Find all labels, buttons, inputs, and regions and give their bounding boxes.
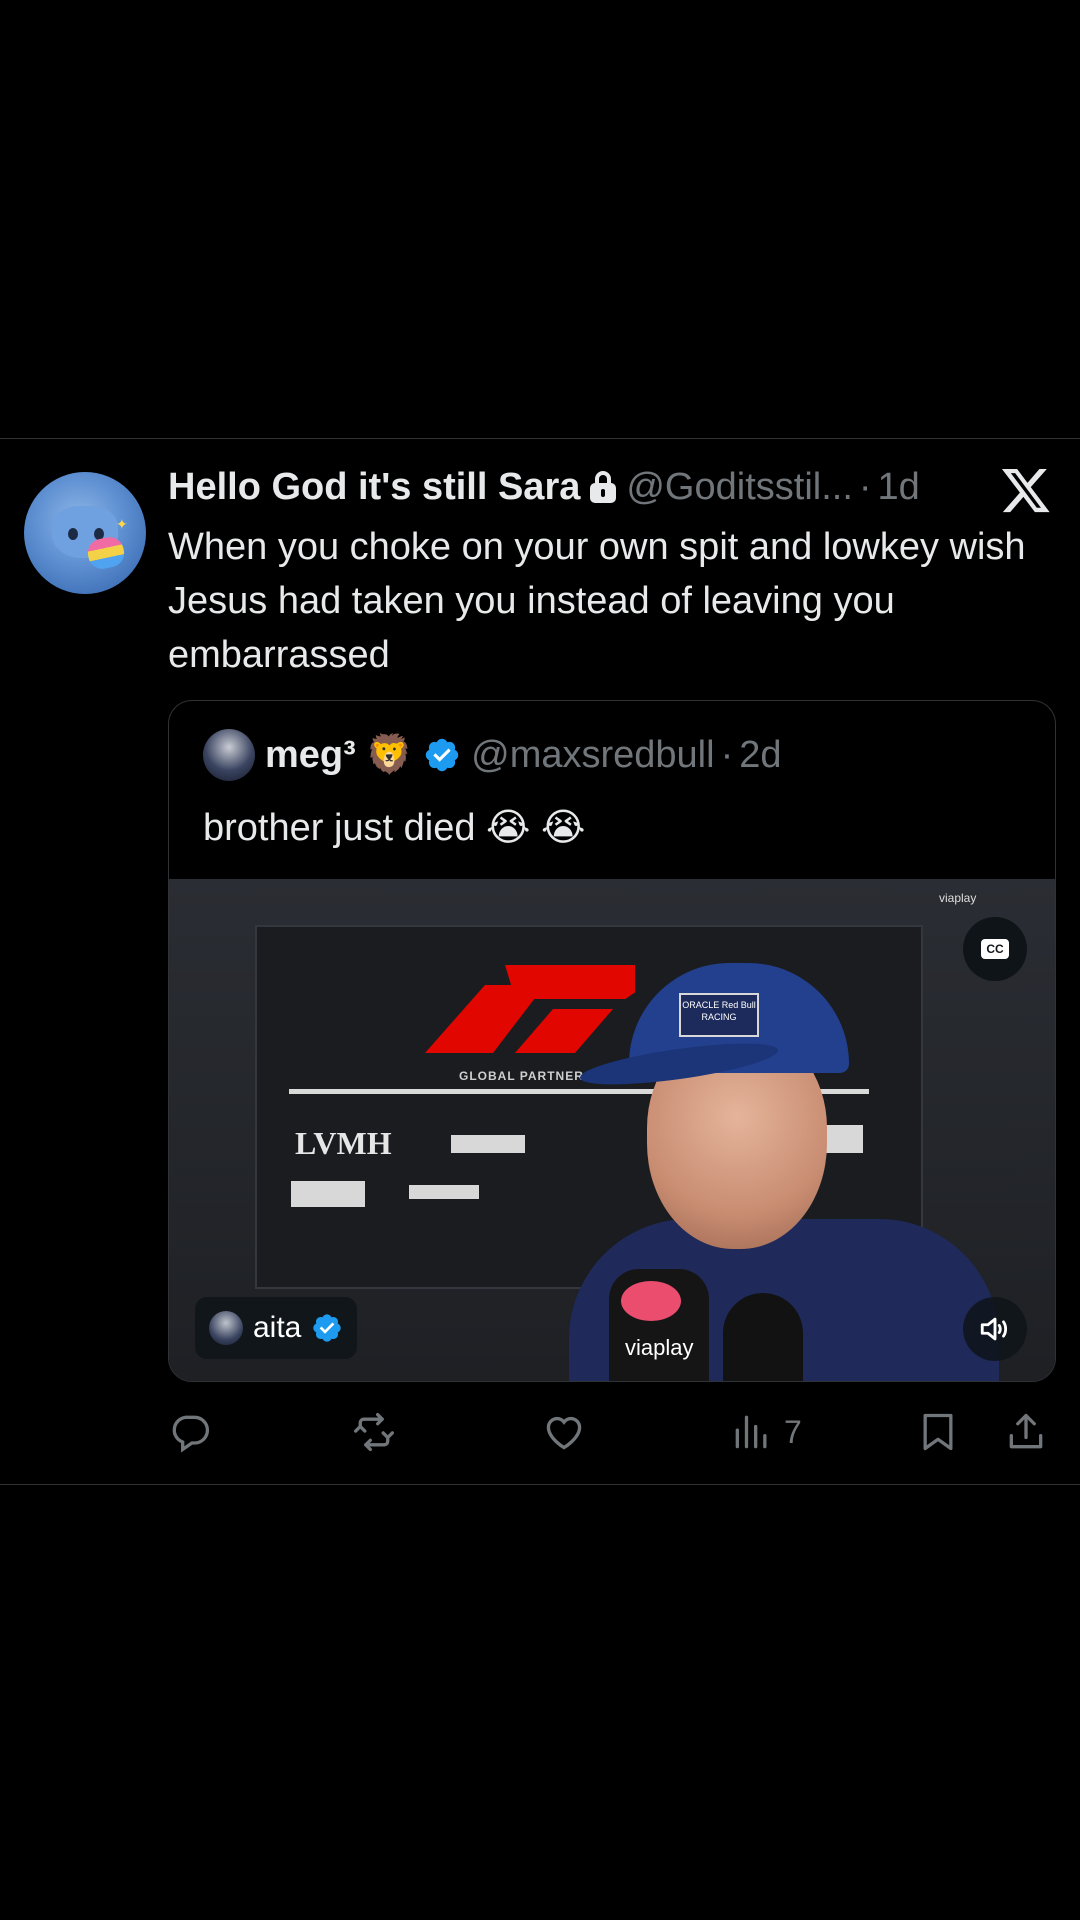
backdrop-brand: LVMH (295, 1125, 392, 1161)
sound-button[interactable] (963, 1297, 1027, 1361)
cap-badge: ORACLE Red Bull RACING (679, 993, 759, 1037)
quote-time[interactable]: 2d (739, 734, 781, 777)
quote-text: brother just died 😭 😭 (203, 807, 586, 849)
sponsor-block (409, 1185, 479, 1199)
tweet[interactable]: ✦ Hello God it's still Sara @Goditsstil.… (0, 438, 1080, 1484)
view-count: 7 (784, 1413, 802, 1450)
views-icon (735, 1415, 767, 1449)
verified-badge-icon (313, 1314, 342, 1342)
quote-author-avatar[interactable] (203, 729, 255, 781)
bookmark-button[interactable] (916, 1410, 960, 1454)
mic-label: viaplay (625, 1335, 694, 1360)
reply-icon (172, 1415, 210, 1453)
sponsor-block (291, 1181, 365, 1207)
retweet-icon (354, 1412, 394, 1452)
avatar-sparkle: ✦ (116, 516, 128, 532)
share-button[interactable] (1004, 1410, 1048, 1454)
like-button[interactable] (542, 1410, 586, 1454)
tweet-time[interactable]: 1d (878, 466, 920, 509)
speaker-icon (980, 1317, 1008, 1341)
quote-display-name[interactable]: meg³ (265, 734, 356, 777)
bottom-divider (0, 1484, 1080, 1485)
verified-badge-icon (425, 738, 459, 772)
action-bar: 7 (168, 1400, 1054, 1464)
author-avatar[interactable]: ✦ (24, 472, 146, 594)
lion-emoji: 🦁 (365, 734, 414, 776)
video-player[interactable]: GLOBAL PARTNERS LVMH ORACLE Red Bull RAC… (169, 879, 1055, 1381)
author-display-name[interactable]: Hello God it's still Sara (168, 466, 580, 509)
quote-separator-dot: · (720, 733, 734, 776)
attribution-name: aita (253, 1311, 302, 1344)
separator-dot: · (858, 465, 872, 508)
sponsor-block (451, 1135, 525, 1153)
bookmark-icon (923, 1413, 953, 1451)
broadcaster-tag: viaplay (939, 891, 977, 905)
tweet-header: Hello God it's still Sara @Goditsstil...… (168, 464, 920, 510)
attribution-avatar (209, 1311, 243, 1345)
views-button[interactable]: 7 (730, 1410, 802, 1454)
quote-handle[interactable]: @maxsredbull (471, 734, 714, 777)
x-logo-icon (1001, 468, 1050, 513)
like-icon (546, 1416, 582, 1450)
cc-label: CC (981, 939, 1009, 959)
microphone-secondary (723, 1293, 803, 1381)
reply-button[interactable] (168, 1410, 212, 1454)
quote-header: meg³ 🦁 @maxsredbull · 2d (203, 727, 782, 783)
share-icon (1009, 1413, 1043, 1449)
tweet-text: When you choke on your own spit and lowk… (168, 526, 1026, 676)
viaplay-mic-logo (621, 1281, 681, 1321)
lock-icon (590, 471, 617, 503)
video-attribution[interactable]: aita (195, 1297, 358, 1359)
quoted-tweet[interactable]: meg³ 🦁 @maxsredbull · 2d brother just di… (168, 700, 1056, 1382)
author-handle[interactable]: @Goditsstil... (626, 466, 853, 509)
retweet-button[interactable] (352, 1410, 396, 1454)
captions-button[interactable]: CC (963, 917, 1027, 981)
avatar-eye-left (68, 528, 78, 540)
